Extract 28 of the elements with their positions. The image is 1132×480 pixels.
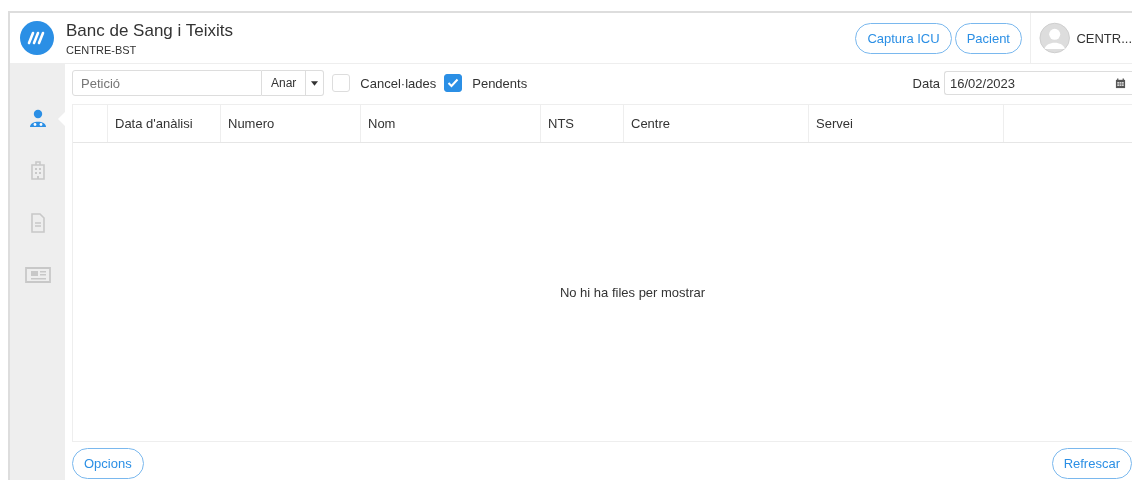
column-header[interactable]: Centre <box>631 116 671 131</box>
dropdown-button[interactable] <box>306 70 325 96</box>
doctor-icon <box>27 108 48 130</box>
checkbox-label[interactable]: Cancel·lades <box>360 75 437 91</box>
app-title: Banc de Sang i Teixits <box>66 20 233 41</box>
checkbox-label[interactable]: Pendents <box>472 75 528 91</box>
column-header[interactable]: NTS <box>548 116 574 131</box>
centre-name: CENTRE-BST <box>66 43 138 56</box>
avatar-icon[interactable] <box>1039 21 1071 55</box>
options-button[interactable]: Opcions <box>72 448 144 479</box>
app-logo-icon <box>20 21 54 55</box>
id-card-icon <box>24 264 51 286</box>
column-header[interactable]: Numero <box>228 116 275 131</box>
column-header[interactable]: Nom <box>368 116 396 131</box>
date-field[interactable]: 16/02/2023 <box>944 71 1132 95</box>
refresh-button[interactable]: Refrescar <box>1051 448 1132 479</box>
empty-message: No hi ha files per mostrar <box>558 284 706 300</box>
column-header[interactable]: Data d'anàlisi <box>115 116 193 131</box>
calendar-icon[interactable] <box>1115 77 1126 89</box>
date-label: Data <box>912 75 940 91</box>
header-button[interactable]: Pacient <box>954 22 1022 54</box>
column-header[interactable]: Servei <box>816 116 853 131</box>
user-name[interactable]: CENTR... <box>1076 30 1132 46</box>
checkbox[interactable] <box>444 74 463 92</box>
search-field[interactable]: Petició <box>72 70 262 96</box>
caret-icon <box>311 80 319 86</box>
header-button[interactable]: Captura ICU <box>855 22 952 54</box>
go-button[interactable]: Anar <box>262 70 307 96</box>
